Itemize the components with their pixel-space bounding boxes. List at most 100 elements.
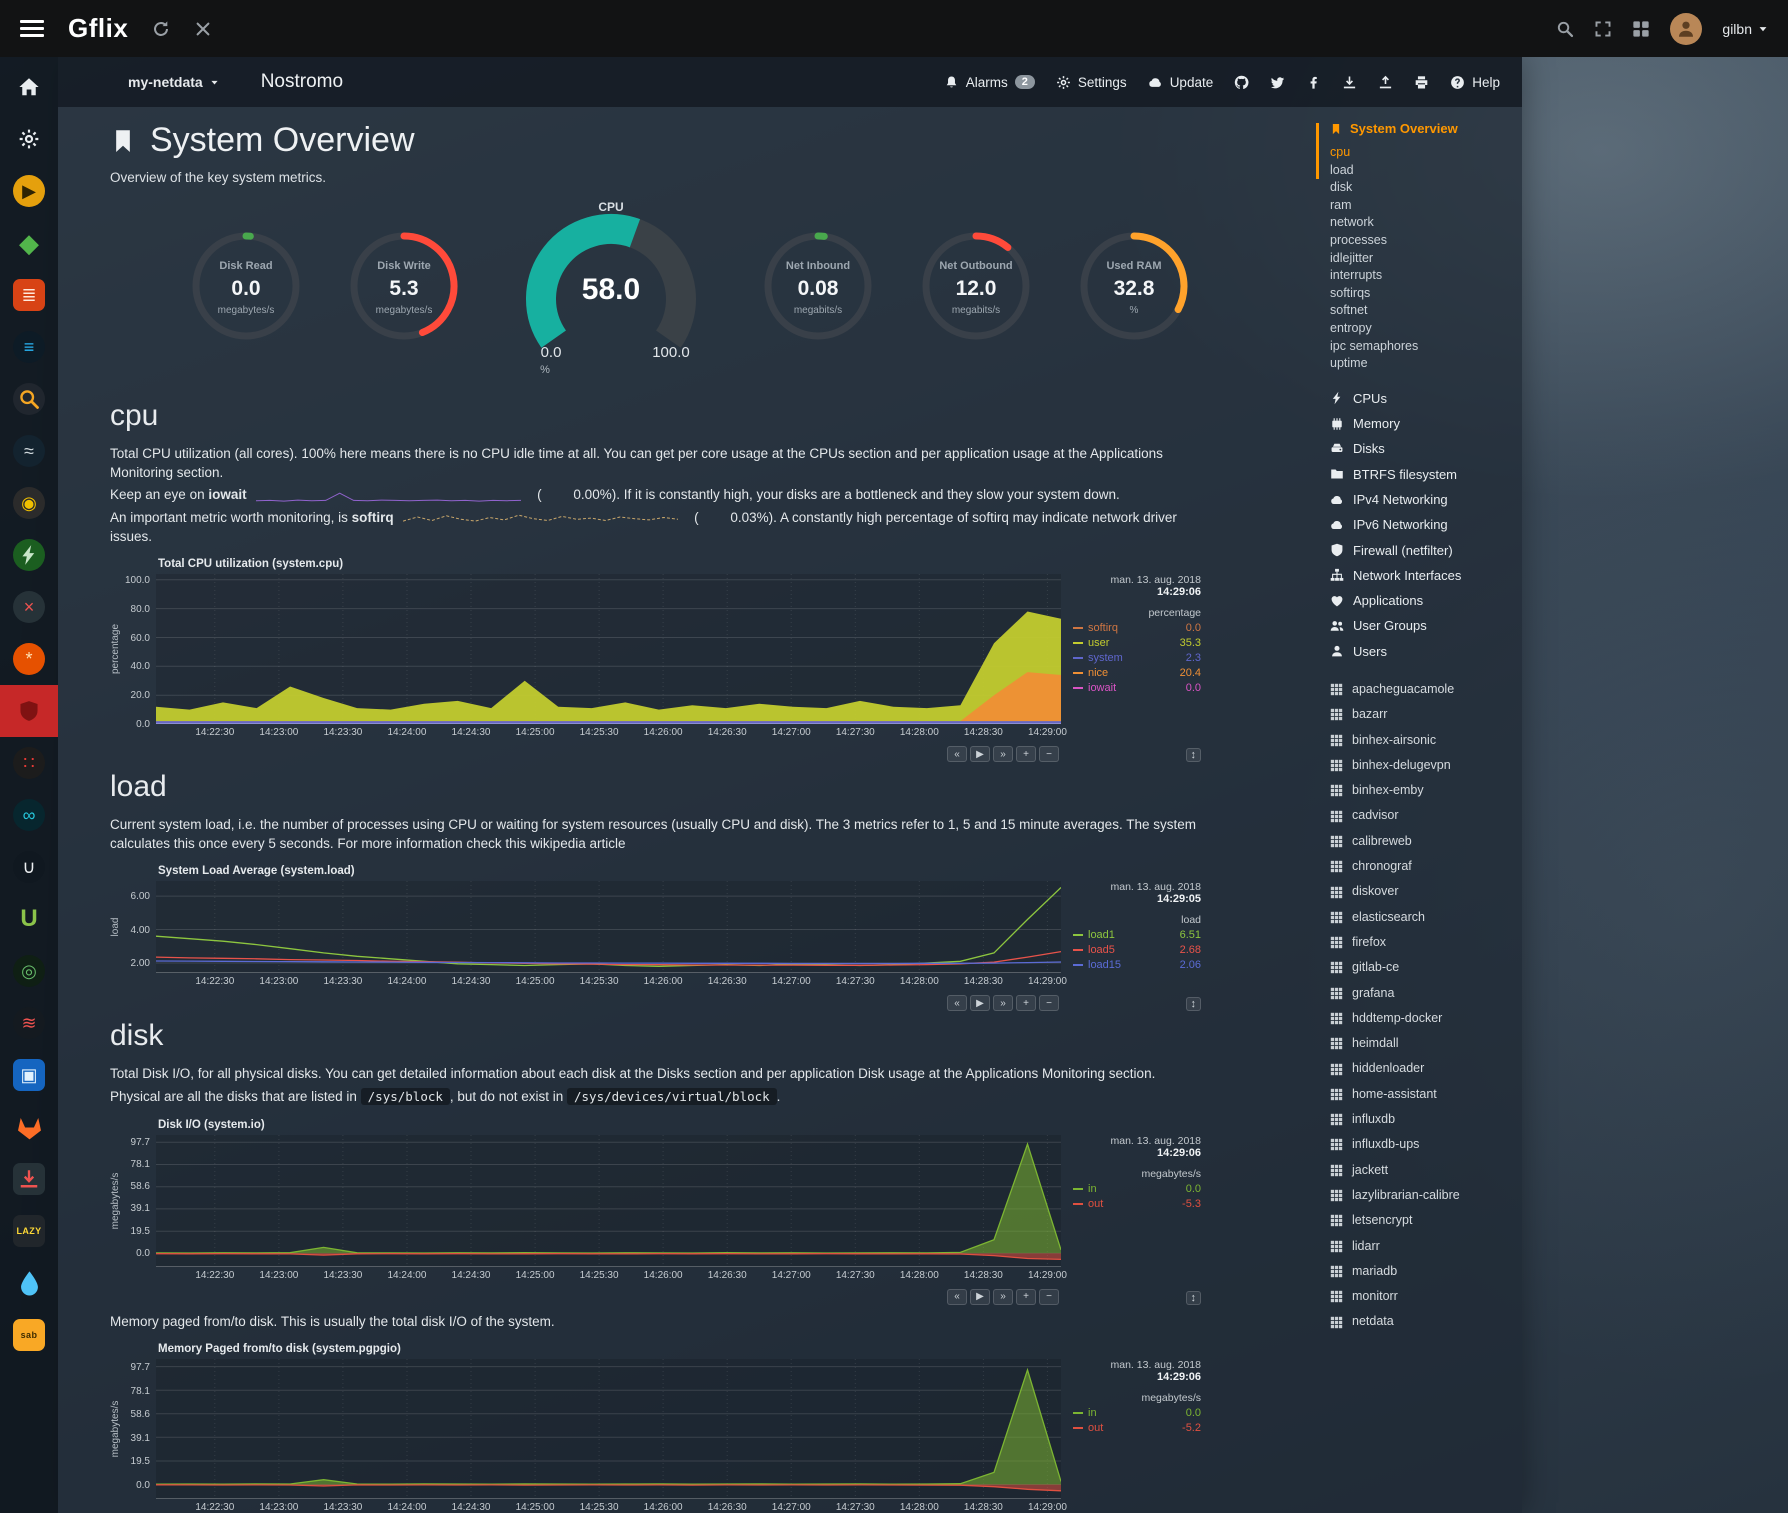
menu-app-lidarr[interactable]: lidarr — [1330, 1234, 1522, 1259]
chart-toolbar-zoom-out[interactable]: − — [1039, 1289, 1059, 1305]
menu-item-idlejitter[interactable]: idlejitter — [1330, 250, 1522, 268]
menu-item-interrupts[interactable]: interrupts — [1330, 267, 1522, 285]
gauge-disk-write[interactable]: Disk Write5.3megabytes/s — [347, 229, 461, 343]
facebook-icon[interactable] — [1306, 75, 1321, 90]
fullscreen-icon[interactable] — [1594, 20, 1612, 38]
host-selector[interactable]: my-netdata — [128, 74, 219, 90]
chart-canvas-load[interactable]: System Load Average (system.load)14:22:3… — [156, 881, 1061, 973]
menu-app-heimdall[interactable]: heimdall — [1330, 1031, 1522, 1056]
sidebar-app-app-22[interactable] — [0, 1153, 58, 1205]
sidebar-app-sabnzbd[interactable]: sab — [0, 1309, 58, 1361]
legend-in[interactable]: in0.0 — [1073, 1183, 1201, 1195]
chart-toolbar-zoom-in[interactable]: + — [1016, 746, 1036, 762]
sidebar-app-app-11[interactable]: × — [0, 581, 58, 633]
menu-item-network[interactable]: network — [1330, 214, 1522, 232]
chart-toolbar-play[interactable]: ▶ — [970, 995, 990, 1011]
sidebar-app-app-12[interactable]: * — [0, 633, 58, 685]
chart-toolbar-backward[interactable]: « — [947, 746, 967, 762]
chart-toolbar-backward[interactable]: « — [947, 1289, 967, 1305]
chart-resize-handle[interactable]: ↕ — [1186, 997, 1202, 1011]
legend-in[interactable]: in0.0 — [1073, 1407, 1201, 1419]
menu-item-ipc-semaphores[interactable]: ipc semaphores — [1330, 338, 1522, 356]
sidebar-app-plex[interactable]: ▶ — [0, 165, 58, 217]
menu-app-letsencrypt[interactable]: letsencrypt — [1330, 1208, 1522, 1233]
menu-section-cpus[interactable]: CPUs — [1330, 386, 1522, 411]
sidebar-app-app-17[interactable]: U — [0, 893, 58, 945]
chart-toolbar-forward[interactable]: » — [993, 1289, 1013, 1305]
menu-section-memory[interactable]: Memory — [1330, 411, 1522, 436]
chart-toolbar-zoom-out[interactable]: − — [1039, 995, 1059, 1011]
menu-app-cadvisor[interactable]: cadvisor — [1330, 803, 1522, 828]
menu-app-mariadb[interactable]: mariadb — [1330, 1259, 1522, 1284]
sidebar-app-app-18[interactable]: ◎ — [0, 945, 58, 997]
legend-softirq[interactable]: softirq0.0 — [1073, 622, 1201, 634]
menu-system-overview[interactable]: System Overview — [1330, 121, 1522, 136]
sidebar-app-settings[interactable] — [0, 113, 58, 165]
menu-section-network-interfaces[interactable]: Network Interfaces — [1330, 563, 1522, 588]
refresh-icon[interactable] — [152, 20, 170, 38]
menu-app-jackett[interactable]: jackett — [1330, 1158, 1522, 1183]
menu-app-netdata[interactable]: netdata — [1330, 1309, 1522, 1334]
menu-app-hiddenloader[interactable]: hiddenloader — [1330, 1056, 1522, 1081]
sidebar-app-emby[interactable]: ◆ — [0, 217, 58, 269]
menu-item-softirqs[interactable]: softirqs — [1330, 285, 1522, 303]
close-icon[interactable] — [194, 20, 212, 38]
sidebar-app-bookstack[interactable]: ≣ — [0, 269, 58, 321]
menu-section-btrfs-filesystem[interactable]: BTRFS filesystem — [1330, 462, 1522, 487]
menu-app-lazylibrarian-calibre[interactable]: lazylibrarian-calibre — [1330, 1183, 1522, 1208]
menu-section-ipv6-networking[interactable]: IPv6 Networking — [1330, 512, 1522, 537]
chart-canvas-disk[interactable]: Disk I/O (system.io)14:22:3014:23:0014:2… — [156, 1135, 1061, 1267]
chart-toolbar-zoom-in[interactable]: + — [1016, 1289, 1036, 1305]
menu-item-softnet[interactable]: softnet — [1330, 302, 1522, 320]
gauge-cpu[interactable]: CPU58.00.0100.0% — [505, 197, 717, 375]
chart-canvas-cpu[interactable]: Total CPU utilization (system.cpu)14:22:… — [156, 574, 1061, 724]
menu-app-elasticsearch[interactable]: elasticsearch — [1330, 905, 1522, 930]
menu-section-users[interactable]: Users — [1330, 639, 1522, 664]
menu-item-processes[interactable]: processes — [1330, 232, 1522, 250]
menu-app-home-assistant[interactable]: home-assistant — [1330, 1082, 1522, 1107]
menu-item-disk[interactable]: disk — [1330, 179, 1522, 197]
chart-toolbar-backward[interactable]: « — [947, 995, 967, 1011]
sidebar-app-app-15[interactable]: ∞ — [0, 789, 58, 841]
menu-app-binhex-airsonic[interactable]: binhex-airsonic — [1330, 728, 1522, 753]
menu-section-applications[interactable]: Applications — [1330, 588, 1522, 613]
legend-load5[interactable]: load52.68 — [1073, 944, 1201, 956]
menu-app-monitorr[interactable]: monitorr — [1330, 1284, 1522, 1309]
menu-section-ipv4-networking[interactable]: IPv4 Networking — [1330, 487, 1522, 512]
sidebar-app-lazylibrarian[interactable]: LAZY — [0, 1205, 58, 1257]
sidebar-app-app-14[interactable]: ∷ — [0, 737, 58, 789]
sidebar-app-heimdall[interactable] — [0, 685, 58, 737]
sidebar-app-app-16[interactable]: ∪ — [0, 841, 58, 893]
gauge-net-outbound[interactable]: Net Outbound12.0megabits/s — [919, 229, 1033, 343]
legend-system[interactable]: system2.3 — [1073, 652, 1201, 664]
menu-item-load[interactable]: load — [1330, 162, 1522, 180]
chart-toolbar-zoom-out[interactable]: − — [1039, 746, 1059, 762]
menu-app-firefox[interactable]: firefox — [1330, 930, 1522, 955]
menu-item-ram[interactable]: ram — [1330, 197, 1522, 215]
menu-app-influxdb[interactable]: influxdb — [1330, 1107, 1522, 1132]
chart-toolbar-play[interactable]: ▶ — [970, 1289, 990, 1305]
sidebar-app-jackett[interactable] — [0, 373, 58, 425]
chart-resize-handle[interactable]: ↕ — [1186, 1291, 1202, 1305]
menu-app-binhex-emby[interactable]: binhex-emby — [1330, 778, 1522, 803]
menu-app-bazarr[interactable]: bazarr — [1330, 702, 1522, 727]
apps-grid-icon[interactable] — [1632, 20, 1650, 38]
sidebar-app-portainer[interactable]: ▣ — [0, 1049, 58, 1101]
chart-toolbar-forward[interactable]: » — [993, 746, 1013, 762]
chart-canvas-pgpgio[interactable]: Memory Paged from/to disk (system.pgpgio… — [156, 1359, 1061, 1499]
chart-resize-handle[interactable]: ↕ — [1186, 748, 1202, 762]
menu-app-gitlab-ce[interactable]: gitlab-ce — [1330, 955, 1522, 980]
menu-app-hddtemp-docker[interactable]: hddtemp-docker — [1330, 1006, 1522, 1031]
download-icon[interactable] — [1342, 75, 1357, 90]
gauge-disk-read[interactable]: Disk Read0.0megabytes/s — [189, 229, 303, 343]
sidebar-app-home[interactable] — [0, 61, 58, 113]
sidebar-app-app-8[interactable]: ≈ — [0, 425, 58, 477]
menu-section-user-groups[interactable]: User Groups — [1330, 613, 1522, 638]
menu-app-calibreweb[interactable]: calibreweb — [1330, 829, 1522, 854]
twitter-icon[interactable] — [1270, 75, 1285, 90]
print-icon[interactable] — [1414, 75, 1429, 90]
legend-nice[interactable]: nice20.4 — [1073, 667, 1201, 679]
menu-app-diskover[interactable]: diskover — [1330, 879, 1522, 904]
sidebar-app-airsonic[interactable]: ≡ — [0, 321, 58, 373]
legend-out[interactable]: out-5.2 — [1073, 1422, 1201, 1434]
